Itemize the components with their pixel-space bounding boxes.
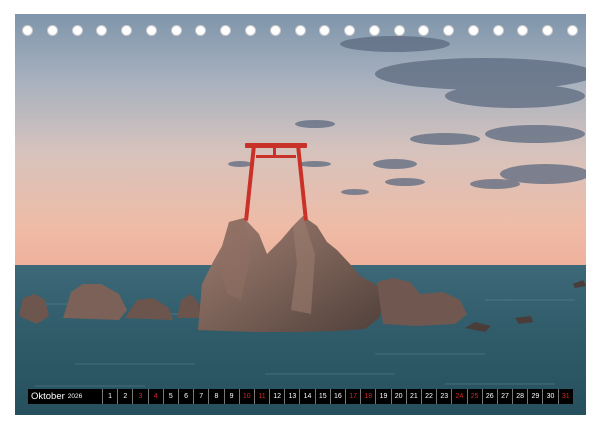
calendar-day: 7	[193, 389, 208, 404]
calendar-day: 8	[208, 389, 223, 404]
calendar-page: Oktober 2026 1 2 3 4 5 6 7 8 9 10 11 12 13 14 15 16 17 18…	[0, 0, 600, 431]
calendar-day: 2	[117, 389, 132, 404]
binding-hole	[369, 25, 380, 36]
calendar-day: 30	[542, 389, 557, 404]
binding-hole	[121, 25, 132, 36]
binding-hole	[195, 25, 206, 36]
calendar-day: 17	[345, 389, 360, 404]
calendar-day: 27	[496, 389, 512, 404]
binding-hole	[270, 25, 281, 36]
calendar-day: 19	[375, 389, 390, 404]
calendar-day: 20	[390, 389, 406, 404]
calendar-day: 15	[314, 389, 330, 404]
binding-hole	[146, 25, 157, 36]
day-cells: 1 2 3 4 5 6 7 8 9 10 11 12 13 14 15 16 17 18 19 20 21 22 23 24 2…	[102, 389, 573, 404]
calendar-title: Oktober 2026	[28, 389, 102, 404]
calendar-day: 12	[269, 389, 284, 404]
calendar-day: 28	[512, 389, 527, 404]
calendar-day: 1	[102, 389, 117, 404]
calendar-day: 25	[466, 389, 482, 404]
calendar-day: 9	[223, 389, 239, 404]
binding-hole	[468, 25, 479, 36]
binding-hole	[517, 25, 528, 36]
photo-torii-on-sea-rock	[15, 14, 586, 415]
calendar-day: 18	[360, 389, 375, 404]
calendar-strip: Oktober 2026 1 2 3 4 5 6 7 8 9 10 11 12 13 14 15 16 17 18…	[28, 389, 573, 404]
binding-hole	[567, 25, 578, 36]
calendar-day: 31	[557, 389, 573, 404]
binding-hole	[319, 25, 330, 36]
calendar-day: 6	[177, 389, 193, 404]
binding-hole	[418, 25, 429, 36]
binding-hole	[344, 25, 355, 36]
calendar-day: 21	[405, 389, 421, 404]
binding-hole	[245, 25, 256, 36]
binding-hole	[22, 25, 33, 36]
calendar-day: 5	[162, 389, 178, 404]
binding-hole	[220, 25, 231, 36]
binding-hole	[443, 25, 454, 36]
binding-hole	[47, 25, 58, 36]
year-label: 2026	[67, 393, 83, 400]
calendar-day: 24	[451, 389, 466, 404]
calendar-day: 23	[436, 389, 451, 404]
binding-hole	[542, 25, 553, 36]
binding-hole	[295, 25, 306, 36]
calendar-day: 13	[284, 389, 299, 404]
calendar-day: 22	[420, 389, 436, 404]
binding-hole	[394, 25, 405, 36]
binding-hole	[493, 25, 504, 36]
calendar-day: 11	[253, 389, 269, 404]
calendar-day: 3	[132, 389, 147, 404]
calendar-day: 10	[238, 389, 254, 404]
month-label: Oktober	[31, 391, 65, 402]
calendar-day: 26	[481, 389, 497, 404]
calendar-day: 29	[527, 389, 542, 404]
binding-hole	[96, 25, 107, 36]
calendar-day: 4	[147, 389, 163, 404]
binding-hole	[171, 25, 182, 36]
spiral-binding	[22, 25, 578, 39]
binding-hole	[72, 25, 83, 36]
calendar-day: 14	[299, 389, 314, 404]
calendar-day: 16	[329, 389, 345, 404]
